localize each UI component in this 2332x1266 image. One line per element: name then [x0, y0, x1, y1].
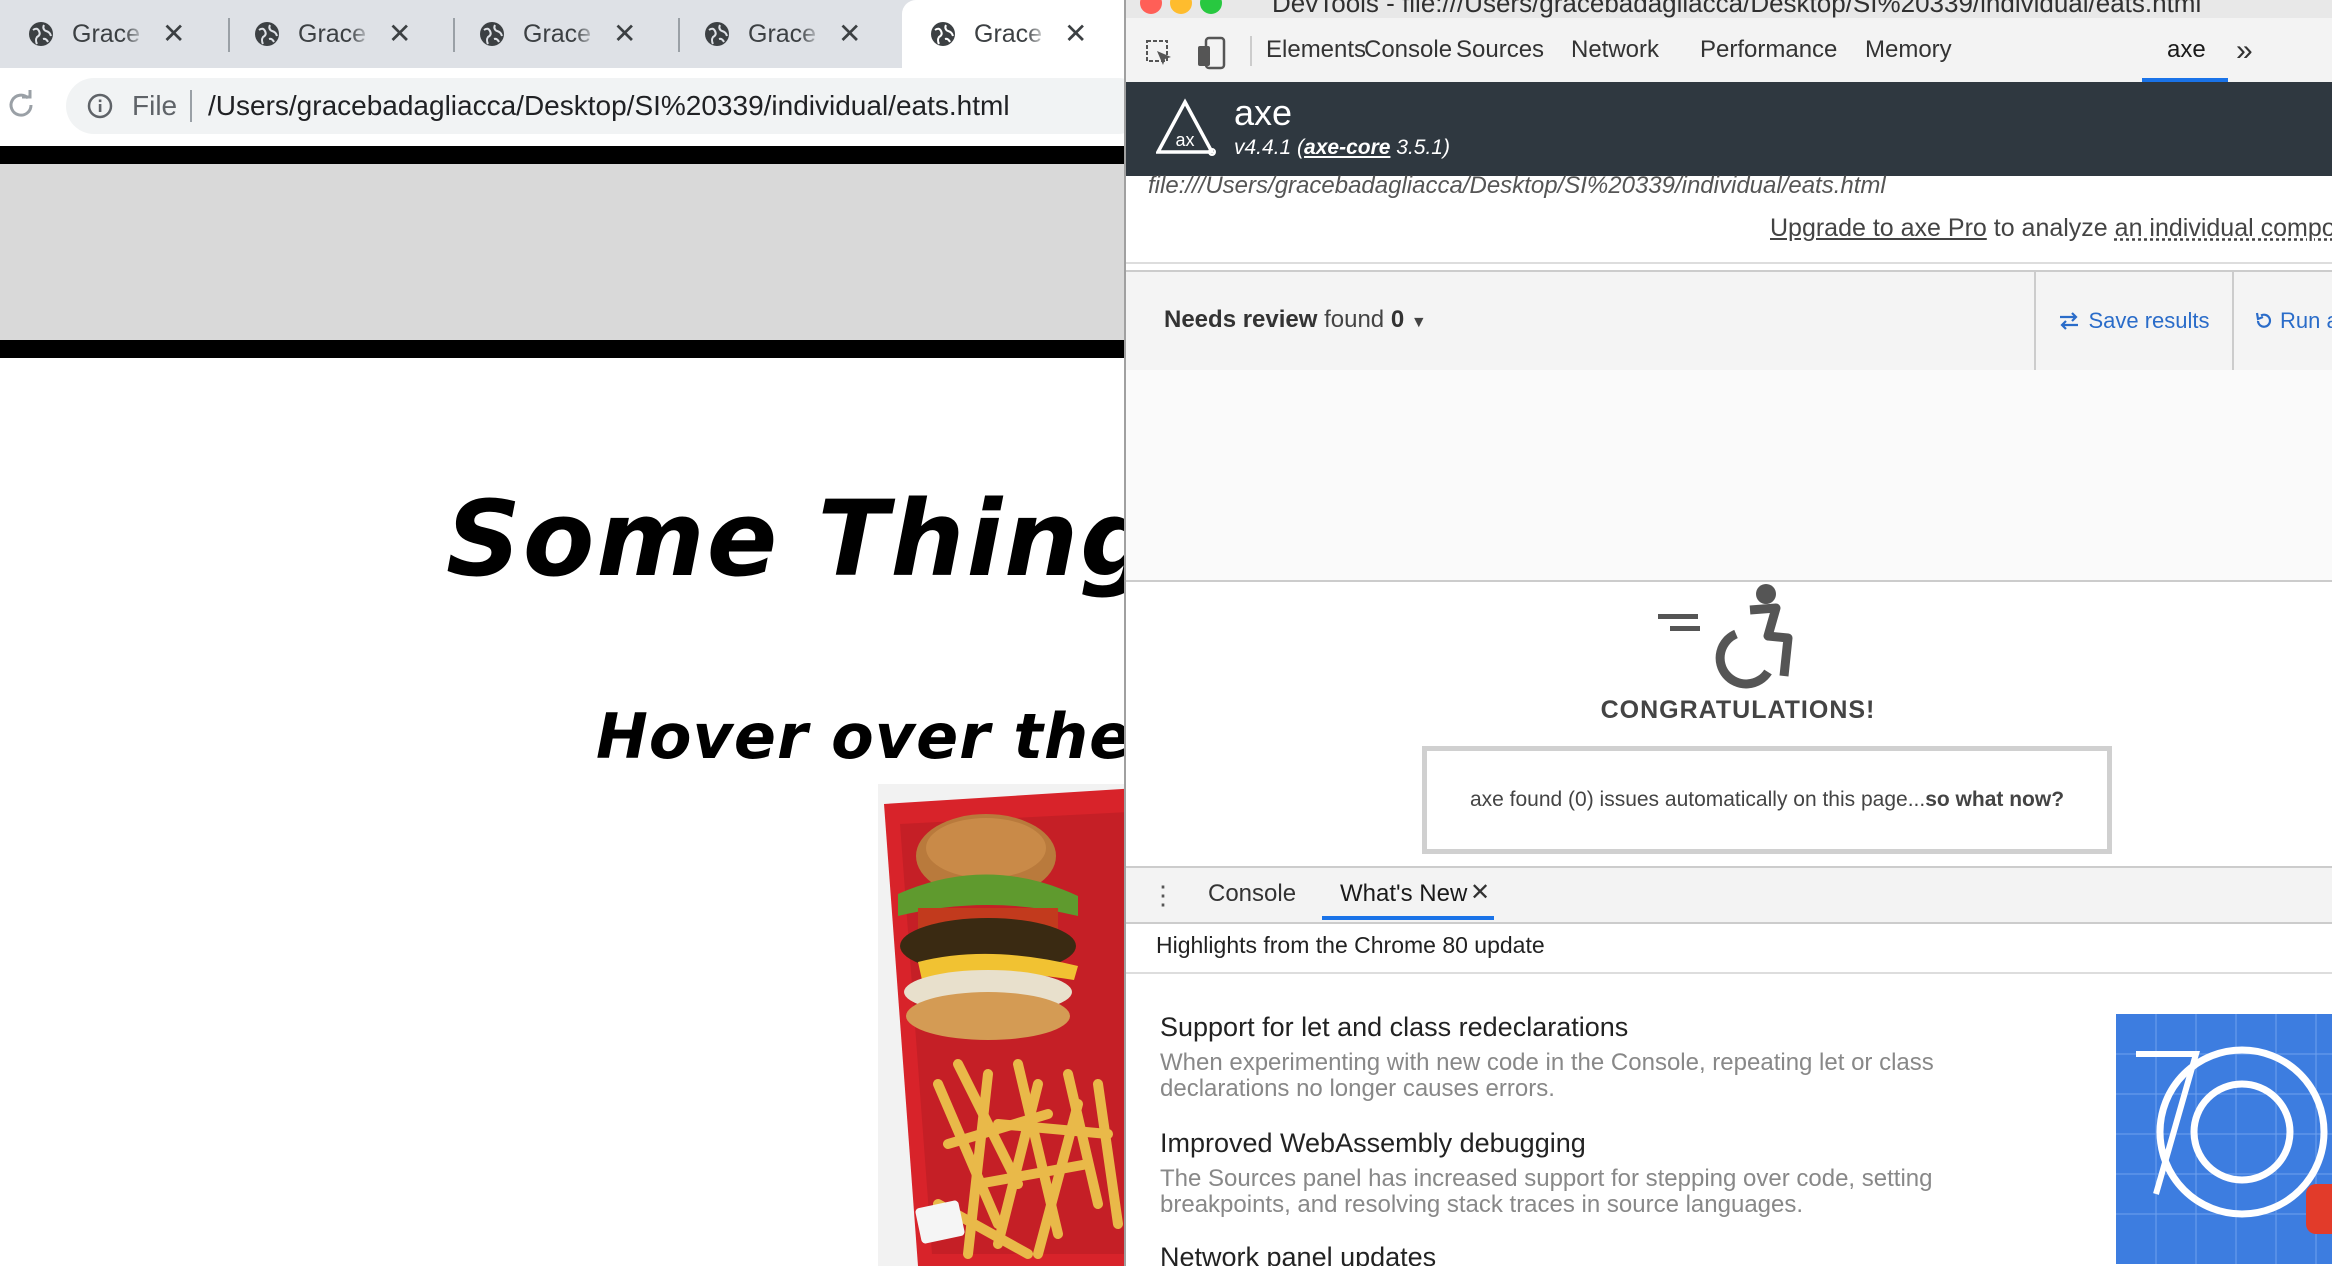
url-text[interactable]: /Users/gracebadagliacca/Desktop/SI%20339…: [208, 90, 1010, 122]
close-tab-icon[interactable]: ✕: [838, 20, 861, 48]
page-header-border-bottom: [0, 340, 1124, 358]
upgrade-text: to analyze: [1993, 214, 2108, 242]
tab-elements[interactable]: Elements: [1266, 36, 1366, 64]
minimize-window-button[interactable]: [1170, 0, 1192, 14]
whats-new-item-desc: The Sources panel has increased support …: [1160, 1165, 1933, 1218]
devtools-titlebar: DevTools - file:///Users/gracebadagliacc…: [1126, 0, 2332, 18]
needs-review-dropdown[interactable]: Needs review found 0 ▼: [1164, 306, 1427, 334]
component-link[interactable]: an individual component: [2115, 214, 2332, 242]
rerun-icon: [2255, 312, 2272, 328]
zoom-window-button[interactable]: [1200, 0, 1222, 14]
tab-sources[interactable]: Sources: [1456, 36, 1544, 64]
tab-performance[interactable]: Performance: [1700, 36, 1837, 64]
needs-review-count: 0: [1390, 306, 1405, 333]
info-icon[interactable]: [86, 92, 114, 120]
close-tab-icon[interactable]: ✕: [388, 20, 411, 48]
address-bar[interactable]: File /Users/gracebadagliacca/Desktop/SI%…: [66, 78, 1124, 134]
axe-version: v4.4.1 (axe-core 3.5.1): [1234, 136, 1450, 159]
browser-tab[interactable]: Grace Badagliacca ✕: [451, 0, 676, 68]
close-window-button[interactable]: [1140, 0, 1162, 14]
globe-icon: [29, 22, 53, 46]
whats-new-item-title[interactable]: Improved WebAssembly debugging: [1160, 1128, 1586, 1159]
page-header-band: [0, 164, 1124, 340]
axe-logo-icon: ax: [1156, 98, 1216, 156]
svg-text:ax: ax: [1175, 130, 1194, 150]
globe-icon: [931, 22, 955, 46]
tab-title: Grace Badagliacca: [298, 19, 372, 48]
browser-tab[interactable]: Grace Badagliacca ✕: [226, 0, 451, 68]
device-toolbar-icon[interactable]: [1196, 36, 1228, 70]
page-subheading: Hover over the: [596, 700, 1124, 773]
tab-network[interactable]: Network: [1571, 36, 1659, 64]
devtools-window: DevTools - file:///Users/gracebadagliacc…: [1124, 0, 2332, 1266]
tab-axe[interactable]: axe: [2167, 36, 2206, 64]
active-tab-indicator: [1322, 916, 1494, 920]
axe-version-number: v4.4.1: [1234, 136, 1292, 159]
tab-title: Grace Badagliacca: [748, 19, 822, 48]
burger-and-fries-photo[interactable]: [878, 784, 1124, 1266]
reload-icon[interactable]: [4, 88, 38, 122]
tab-title: Grace Badagliacca: [523, 19, 597, 48]
page-heading: Some Thing: [446, 478, 1124, 600]
drawer-tabbar: ⋮ Console What's New ✕: [1126, 866, 2332, 924]
more-tabs-icon[interactable]: »: [2236, 34, 2253, 68]
close-tab-icon[interactable]: ✕: [613, 20, 636, 48]
whats-new-item-desc: When experimenting with new code in the …: [1160, 1049, 1934, 1102]
tab-title: Grace Badagliacca: [974, 19, 1048, 48]
so-what-now-link[interactable]: so what now?: [1925, 788, 2064, 812]
chrome-80-graphic: [2116, 1014, 2332, 1264]
devtools-window-title: DevTools - file:///Users/gracebadagliacc…: [1272, 0, 2202, 18]
globe-icon: [480, 22, 504, 46]
axe-header: ax axe v4.4.1 (axe-core 3.5.1): [1126, 82, 2332, 176]
address-divider: [190, 90, 192, 122]
drawer-tab-whats-new[interactable]: What's New: [1340, 880, 1467, 908]
tab-console[interactable]: Console: [1364, 36, 1452, 64]
axe-core-version: 3.5.1: [1396, 136, 1443, 159]
close-tab-icon[interactable]: ✕: [1064, 20, 1087, 48]
inspect-element-icon[interactable]: [1144, 38, 1174, 68]
whats-new-highlight: Highlights from the Chrome 80 update: [1156, 932, 1545, 958]
scheme-label: File: [132, 90, 178, 121]
tab-title: Grace Badagliacca: [72, 19, 146, 48]
upgrade-link[interactable]: Upgrade to axe Pro: [1770, 214, 1987, 242]
issues-summary-text: axe found (0) issues automatically on th…: [1469, 788, 1926, 811]
needs-review-label: Needs review: [1164, 306, 1318, 333]
browser-tab[interactable]: Grace Badagliacca ✕: [0, 0, 225, 68]
upgrade-banner: Upgrade to axe Pro to analyze an individ…: [1770, 214, 2332, 243]
congratulations-heading: CONGRATULATIONS!: [1600, 696, 1876, 724]
needs-review-bar: Needs review found 0 ▼ Save results Run …: [1126, 270, 2332, 372]
divider: [1126, 262, 2332, 264]
chevron-down-icon: ▼: [1410, 314, 1427, 331]
axe-core-link[interactable]: axe-core: [1304, 136, 1390, 159]
browser-toolbar: File /Users/gracebadagliacca/Desktop/SI%…: [0, 68, 1124, 146]
accessibility-icon: [1658, 584, 1793, 689]
drawer-menu-icon[interactable]: ⋮: [1150, 880, 1176, 911]
tab-divider: [1250, 36, 1252, 66]
globe-icon: [705, 22, 729, 46]
tab-memory[interactable]: Memory: [1865, 36, 1952, 64]
whats-new-item-title[interactable]: Network panel updates: [1160, 1242, 1436, 1266]
save-results-button[interactable]: Save results: [2034, 272, 2232, 370]
page-header-border-top: [0, 146, 1124, 164]
tab-strip: Grace Badagliacca ✕ Grace Badagliacca ✕ …: [0, 0, 1124, 68]
whats-new-item-title[interactable]: Support for let and class redeclarations: [1160, 1012, 1628, 1043]
scanned-url: file:///Users/gracebadagliacca/Desktop/S…: [1148, 172, 1886, 199]
devtools-tabbar: Elements Console Sources Network Perform…: [1126, 18, 2332, 84]
drawer-tab-console[interactable]: Console: [1208, 880, 1296, 908]
browser-window: Grace Badagliacca ✕ Grace Badagliacca ✕ …: [0, 0, 1124, 1266]
run-again-button[interactable]: Run again: [2232, 272, 2332, 370]
results-empty-area: [1126, 370, 2332, 582]
globe-icon: [255, 22, 279, 46]
browser-tab-active[interactable]: Grace Badagliacca ✕: [902, 0, 1124, 68]
axe-product-name: axe: [1234, 92, 1293, 133]
run-again-label: Run again: [2280, 308, 2332, 333]
whats-new-header: Highlights from the Chrome 80 update: [1126, 922, 2332, 974]
close-tab-icon[interactable]: ✕: [162, 20, 185, 48]
browser-tab[interactable]: Grace Badagliacca ✕: [676, 0, 901, 68]
save-results-label: Save results: [2088, 308, 2210, 333]
needs-review-found: found: [1324, 306, 1385, 333]
swap-arrows-icon: [2060, 312, 2079, 330]
issues-summary-box: axe found (0) issues automatically on th…: [1422, 746, 2112, 854]
close-icon[interactable]: ✕: [1470, 878, 1490, 907]
